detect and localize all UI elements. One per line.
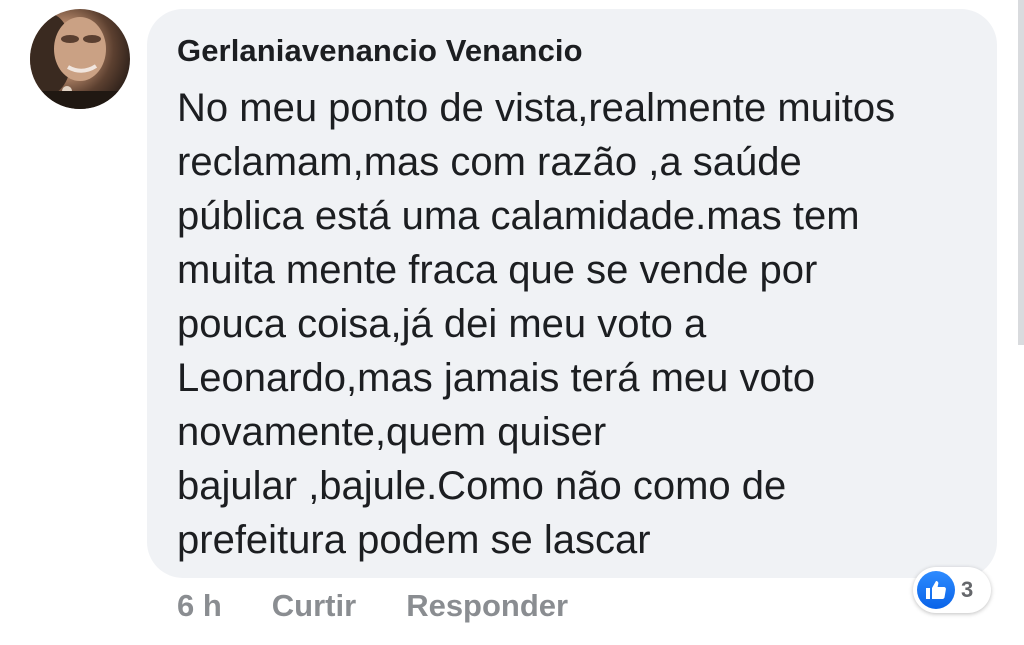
author-name[interactable]: Gerlaniavenancio Venancio [177,33,583,69]
timestamp[interactable]: 6 h [177,588,222,624]
scrollbar[interactable] [1018,0,1024,345]
avatar[interactable] [30,9,130,109]
comment-line: reclamam,mas com razão ,a saúde [177,140,802,184]
comment-line: pouca coisa,já dei meu voto a [177,302,707,346]
reaction-count: 3 [961,577,974,602]
comment-line: prefeitura podem se lascar [177,518,651,562]
comment-actions: 6 h Curtir Responder [177,586,568,626]
like-button[interactable]: Curtir [272,588,356,624]
avatar-photo [30,14,130,109]
comment-line: Leonardo,mas jamais terá meu voto [177,356,816,400]
comment-line: pública está uma calamidade.mas tem [177,194,860,238]
comment-line: novamente,quem quiser [177,410,607,454]
comment-bubble: Gerlaniavenancio Venancio No meu ponto d… [147,9,997,578]
comment-line: bajular ,bajule.Como não como de [177,464,787,508]
reply-button[interactable]: Responder [406,588,568,624]
comment-text: No meu ponto de vista,realmente muitos r… [177,81,977,567]
comment-line: muita mente fraca que se vende por [177,248,818,292]
like-icon [917,571,955,609]
reaction-summary[interactable]: 3 [913,567,991,613]
comment-screen: Gerlaniavenancio Venancio No meu ponto d… [0,0,1024,645]
comment-line: No meu ponto de vista,realmente muitos [177,86,896,130]
